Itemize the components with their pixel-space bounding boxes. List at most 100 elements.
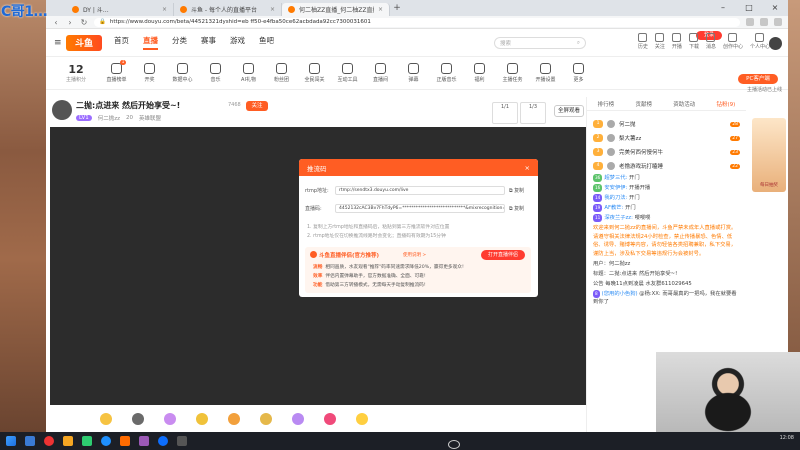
- nav-live[interactable]: 直播: [143, 35, 158, 50]
- cat-item[interactable]: 粉丝团: [265, 63, 298, 83]
- gift-icon[interactable]: [100, 412, 112, 425]
- gift-icon[interactable]: [292, 412, 304, 425]
- forward-icon[interactable]: ›: [66, 18, 74, 27]
- messages-button[interactable]: 消息: [706, 33, 716, 50]
- nav-home[interactable]: 首页: [114, 35, 129, 50]
- minimize-icon[interactable]: –: [710, 0, 736, 16]
- cat-item[interactable]: 全民闯关: [298, 63, 331, 83]
- cat-item[interactable]: 1 直播榜单: [100, 60, 133, 83]
- close-tab-icon[interactable]: ×: [270, 6, 275, 13]
- app-icon[interactable]: [82, 436, 92, 446]
- fullscreen-button[interactable]: 全屏观看: [554, 105, 584, 117]
- app-icon[interactable]: [177, 436, 187, 446]
- start-icon[interactable]: [6, 436, 16, 446]
- app-icon[interactable]: [101, 436, 111, 446]
- close-window-icon[interactable]: ×: [762, 0, 788, 16]
- close-icon[interactable]: ×: [525, 164, 530, 172]
- new-tab-button[interactable]: +: [390, 3, 404, 13]
- avatar[interactable]: [769, 37, 782, 50]
- history-button[interactable]: 历史: [638, 33, 648, 50]
- pc-client-button[interactable]: PC客户端: [738, 74, 778, 84]
- cat-item[interactable]: 开播设置: [529, 63, 562, 83]
- profile-button[interactable]: 个人中心: [750, 33, 770, 50]
- gift-icon[interactable]: [260, 412, 272, 425]
- download-button[interactable]: 下载: [689, 33, 699, 50]
- follow-button[interactable]: 关注: [246, 101, 268, 111]
- app-icon[interactable]: [139, 436, 149, 446]
- cat-item[interactable]: 弹幕: [397, 63, 430, 83]
- tray-clock[interactable]: 12:08: [780, 435, 794, 441]
- tab-contribution[interactable]: 贡献榜: [635, 100, 652, 108]
- menu-icon[interactable]: ≡: [54, 38, 66, 48]
- app-icon[interactable]: [120, 436, 130, 446]
- gift-icon[interactable]: [324, 412, 336, 425]
- dialog-note-2: 2. rtmp地址仅在切换推流线路时会变化；直播码有效期为15分钟: [307, 234, 446, 239]
- url-input[interactable]: 🔒 https://www.douyu.com/beta/44521321dysh…: [94, 17, 740, 27]
- browser-tab-1[interactable]: DY | 斗… ×: [66, 3, 174, 16]
- maximize-icon[interactable]: □: [736, 0, 762, 16]
- task-box-1[interactable]: 1/1: [492, 102, 518, 124]
- gift-icon[interactable]: [196, 412, 208, 425]
- gift-icon[interactable]: [164, 412, 176, 425]
- start-stream-button[interactable]: 开播: [672, 33, 682, 50]
- creator-center-button[interactable]: 创作中心: [723, 33, 743, 50]
- follow-button[interactable]: 关注: [655, 33, 665, 50]
- cat-item[interactable]: 福利: [463, 63, 496, 83]
- cat-item[interactable]: 互动工具: [331, 63, 364, 83]
- cat-item[interactable]: 音乐: [199, 63, 232, 83]
- cat-item[interactable]: 更多: [562, 63, 595, 83]
- cat-item[interactable]: 主播任务: [496, 63, 529, 83]
- back-icon[interactable]: ‹: [52, 18, 60, 27]
- usage-link[interactable]: 使用说明 >: [403, 252, 426, 258]
- cat-item[interactable]: 数据中心: [166, 63, 199, 83]
- favorites-icon[interactable]: [760, 18, 768, 26]
- stream-category[interactable]: 英雄联盟: [139, 114, 161, 122]
- app-icon[interactable]: [44, 436, 54, 446]
- app-icon[interactable]: [63, 436, 73, 446]
- browser-tab-2[interactable]: 斗鱼 - 每个人的直播平台 ×: [174, 3, 282, 16]
- nav-events[interactable]: 赛事: [201, 35, 216, 50]
- tab-rank[interactable]: 排行榜: [598, 100, 615, 108]
- streamer-avatar[interactable]: [52, 100, 72, 120]
- cat-item[interactable]: 正版音乐: [430, 63, 463, 83]
- cat-item[interactable]: 直播间: [364, 63, 397, 83]
- side-ad-banner[interactable]: 每日抽奖: [752, 118, 786, 192]
- close-tab-icon[interactable]: ×: [162, 6, 167, 13]
- chat-message: 19 AF教芒: 开门: [593, 204, 636, 212]
- app-icon[interactable]: [25, 436, 35, 446]
- rtmp-field[interactable]: rtmp://sendtx3.douyu.com/live: [335, 186, 505, 195]
- rank-row[interactable]: 3 完美何西何慢何牛 23: [587, 145, 746, 159]
- copy-rtmp-button[interactable]: ⧉ 复制: [509, 187, 524, 194]
- gift-icon[interactable]: [132, 412, 144, 425]
- companion-promo: 斗鱼直播伴侣(官方推荐) 使用说明 > 打开直播伴侣 流畅 相同画质，水友观看"推…: [305, 247, 531, 293]
- cat-item[interactable]: AI礼物: [232, 63, 265, 83]
- gift-icon[interactable]: [228, 412, 240, 425]
- copy-key-button[interactable]: ⧉ 复制: [509, 205, 524, 212]
- tab-support[interactable]: 资助活动: [673, 100, 695, 108]
- browser-tab-3[interactable]: 何二柚ZZ直播_何二柚ZZ直播视...×: [282, 3, 390, 16]
- site-logo[interactable]: 斗鱼: [66, 34, 102, 51]
- app-icon[interactable]: [158, 436, 168, 446]
- rank-row[interactable]: 1 何二抛 28: [587, 117, 746, 131]
- extension-icon[interactable]: [746, 18, 754, 26]
- tab-diamond-fans[interactable]: 钻粉(9): [717, 100, 736, 108]
- rank-row[interactable]: 2 梨大薯zz 27: [587, 131, 746, 145]
- streamer-name[interactable]: 何二抛zz: [98, 114, 120, 122]
- nav-fishbar[interactable]: 鱼吧: [259, 35, 274, 50]
- open-companion-button[interactable]: 打开直播伴侣: [481, 250, 525, 260]
- task-box-2[interactable]: 1/3: [520, 102, 546, 124]
- cat-item[interactable]: 开奖: [133, 63, 166, 83]
- search-input[interactable]: 搜索 ⌕: [494, 37, 586, 49]
- rank-row[interactable]: 4 老撸游戏玩打瞌睡 22: [587, 159, 746, 173]
- nav-category[interactable]: 分类: [172, 35, 187, 50]
- close-tab-icon[interactable]: ×: [378, 6, 383, 13]
- nav-games[interactable]: 游戏: [230, 35, 245, 50]
- stream-key-field[interactable]: 4452132cAC3Bv7FhTdyP6=******************…: [335, 204, 505, 213]
- anchor-score[interactable]: 12 主播积分: [52, 63, 100, 83]
- more-icon[interactable]: [774, 18, 782, 26]
- reload-icon[interactable]: ↻: [80, 18, 88, 27]
- gift-icon[interactable]: [356, 412, 368, 425]
- gift-bar: [50, 405, 586, 432]
- search-icon[interactable]: [448, 440, 460, 449]
- search-icon[interactable]: ⌕: [577, 40, 580, 47]
